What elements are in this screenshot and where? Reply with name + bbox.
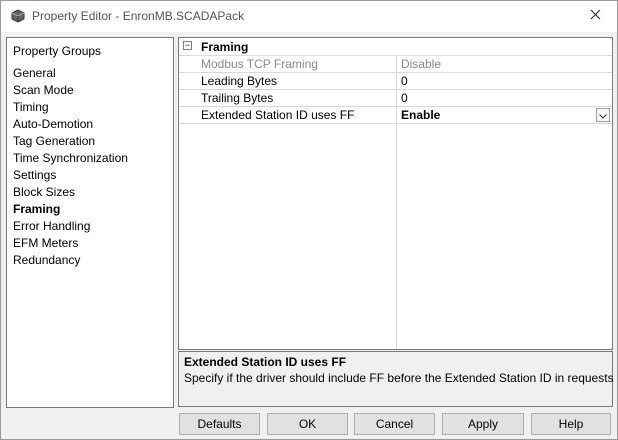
property-name: Leading Bytes bbox=[201, 74, 278, 88]
help-button[interactable]: Help bbox=[531, 413, 611, 435]
apply-button[interactable]: Apply bbox=[442, 413, 524, 435]
property-grid: − Framing Modbus TCP Framing Disable Lea… bbox=[178, 37, 613, 350]
defaults-button[interactable]: Defaults bbox=[179, 413, 260, 435]
property-editor-icon bbox=[10, 8, 26, 24]
description-text: Specify if the driver should include FF … bbox=[184, 371, 614, 385]
group-item-framing[interactable]: Framing bbox=[13, 201, 128, 218]
group-item-time-synchronization[interactable]: Time Synchronization bbox=[13, 150, 128, 167]
property-name: Trailing Bytes bbox=[201, 91, 274, 105]
cancel-button[interactable]: Cancel bbox=[354, 413, 435, 435]
property-name: Extended Station ID uses FF bbox=[201, 108, 355, 122]
group-item-efm-meters[interactable]: EFM Meters bbox=[13, 235, 128, 252]
property-value[interactable]: 0 bbox=[401, 91, 408, 105]
group-item-redundancy[interactable]: Redundancy bbox=[13, 252, 128, 269]
property-row-extended-station-id[interactable]: Extended Station ID uses FF Enable bbox=[179, 106, 612, 124]
description-title: Extended Station ID uses FF bbox=[184, 355, 347, 369]
property-value-select[interactable]: Enable bbox=[401, 108, 440, 122]
dropdown-button[interactable] bbox=[596, 108, 610, 122]
property-row-modbus-tcp-framing[interactable]: Modbus TCP Framing Disable bbox=[179, 55, 612, 72]
group-item-general[interactable]: General bbox=[13, 65, 128, 82]
property-row-trailing-bytes[interactable]: Trailing Bytes 0 bbox=[179, 89, 612, 106]
group-item-scan-mode[interactable]: Scan Mode bbox=[13, 82, 128, 99]
property-groups-header: Property Groups bbox=[13, 44, 102, 58]
property-row-leading-bytes[interactable]: Leading Bytes 0 bbox=[179, 72, 612, 89]
property-groups-panel: Property Groups General Scan Mode Timing… bbox=[6, 37, 174, 408]
property-value: Disable bbox=[401, 57, 442, 71]
group-item-block-sizes[interactable]: Block Sizes bbox=[13, 184, 128, 201]
group-item-error-handling[interactable]: Error Handling bbox=[13, 218, 128, 235]
property-name: Modbus TCP Framing bbox=[201, 57, 318, 71]
title-bar: Property Editor - EnronMB.SCADAPack bbox=[1, 1, 617, 32]
group-item-auto-demotion[interactable]: Auto-Demotion bbox=[13, 116, 128, 133]
description-panel: Extended Station ID uses FF Specify if t… bbox=[178, 351, 614, 407]
ok-button[interactable]: OK bbox=[267, 413, 348, 435]
group-item-tag-generation[interactable]: Tag Generation bbox=[13, 133, 128, 150]
group-item-timing[interactable]: Timing bbox=[13, 99, 128, 116]
close-icon bbox=[590, 7, 601, 25]
window-title: Property Editor - EnronMB.SCADAPack bbox=[32, 9, 245, 23]
chevron-down-icon bbox=[599, 108, 607, 122]
category-label: Framing bbox=[201, 40, 249, 54]
group-item-settings[interactable]: Settings bbox=[13, 167, 128, 184]
close-button[interactable] bbox=[573, 1, 617, 31]
collapse-toggle[interactable]: − bbox=[183, 41, 192, 50]
property-editor-window: Property Editor - EnronMB.SCADAPack Prop… bbox=[0, 0, 618, 440]
property-groups-list: General Scan Mode Timing Auto-Demotion T… bbox=[13, 65, 128, 269]
property-value[interactable]: 0 bbox=[401, 74, 408, 88]
category-row-framing: − Framing bbox=[179, 38, 612, 55]
